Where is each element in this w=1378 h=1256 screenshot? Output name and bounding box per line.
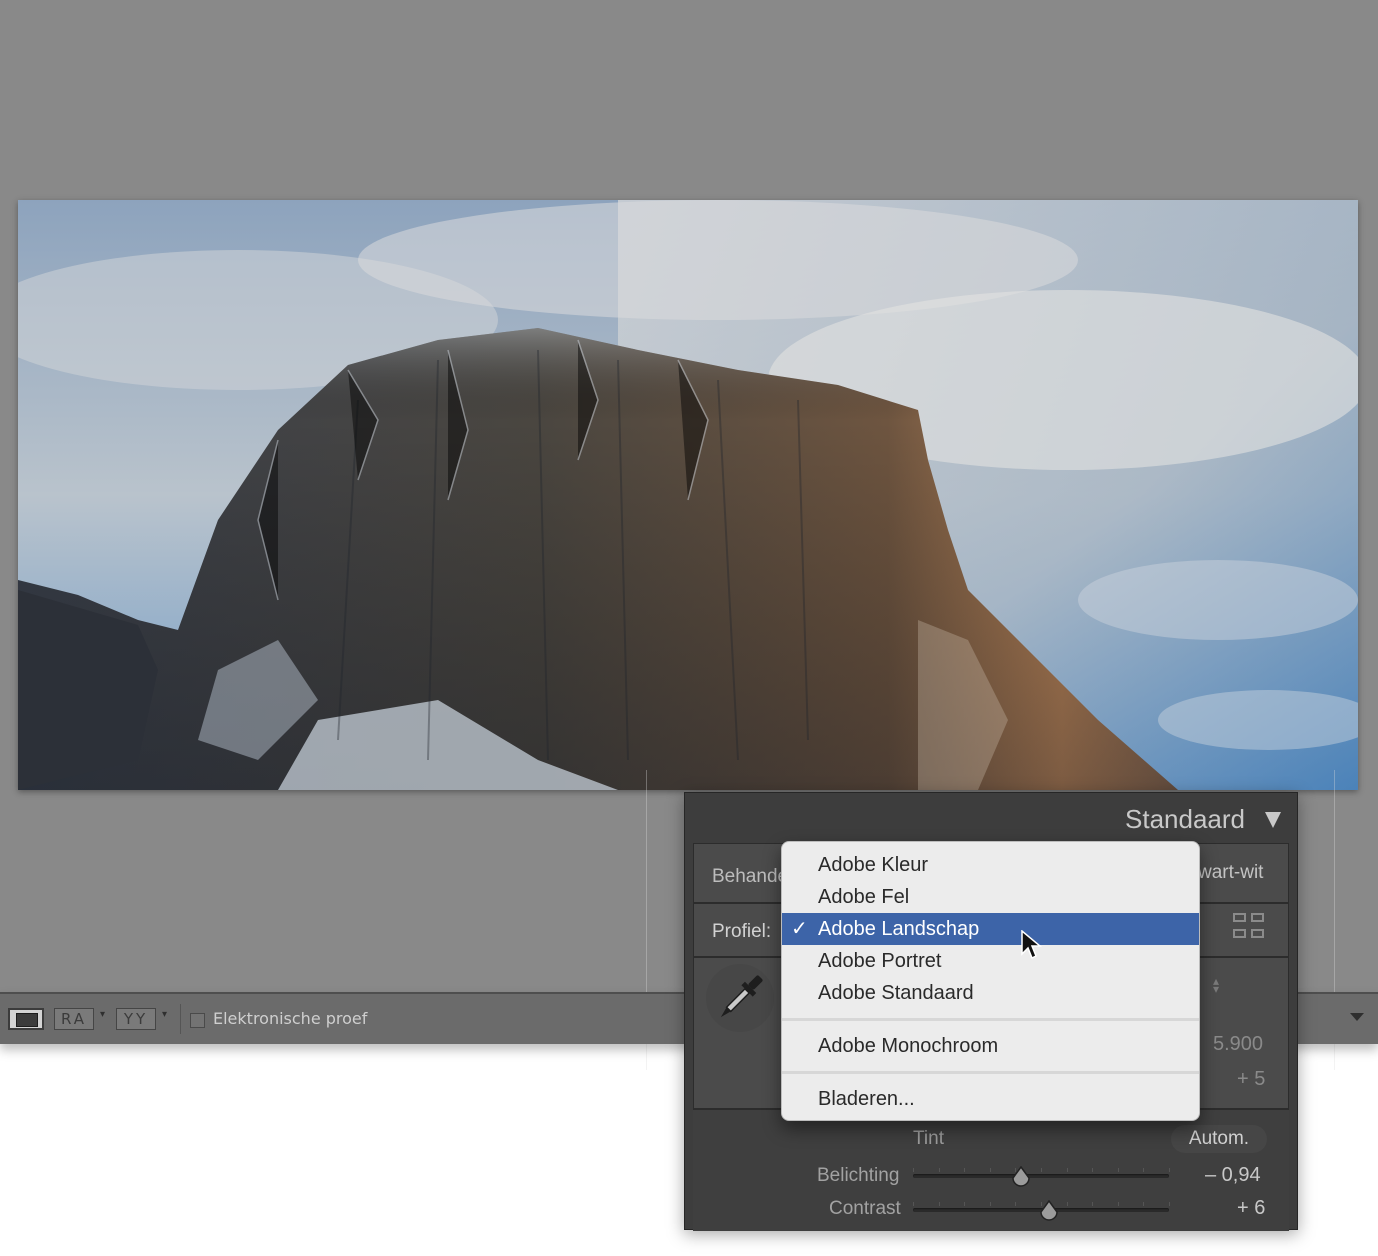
preset-dropdown-icon[interactable] bbox=[1265, 812, 1281, 828]
slider-tick bbox=[913, 1202, 914, 1206]
profile-browser-grid-icon[interactable] bbox=[1233, 913, 1267, 943]
menu-item-label: Adobe Kleur bbox=[818, 854, 929, 876]
menu-item-label: Bladeren... bbox=[818, 1088, 915, 1110]
slider-tick bbox=[1066, 1168, 1068, 1172]
menu-item-adobe-landschap[interactable]: ✓ Adobe Landschap bbox=[782, 913, 1199, 945]
slider-tick bbox=[1117, 1168, 1119, 1172]
menu-item-browse[interactable]: Bladeren... bbox=[782, 1083, 1199, 1115]
tint-value[interactable]: + 5 bbox=[1237, 1068, 1265, 1091]
menu-separator bbox=[782, 1071, 1199, 1074]
treatment-label: Behande bbox=[712, 866, 789, 887]
soft-proof-checkbox[interactable] bbox=[190, 1013, 205, 1028]
slider-tick bbox=[989, 1202, 991, 1206]
menu-item-adobe-portret[interactable]: Adobe Portret bbox=[782, 945, 1199, 977]
slider-tick bbox=[1143, 1168, 1145, 1172]
menu-item-adobe-standaard[interactable]: Adobe Standaard bbox=[782, 977, 1199, 1009]
slider-tick bbox=[1117, 1202, 1119, 1206]
loupe-view-button[interactable] bbox=[8, 1008, 44, 1030]
contrast-label: Contrast bbox=[829, 1198, 901, 1219]
slider-tick bbox=[989, 1168, 991, 1172]
profile-dropdown-menu: Adobe Kleur Adobe Fel ✓ Adobe Landschap A… bbox=[781, 841, 1200, 1121]
auto-button[interactable]: Autom. bbox=[1171, 1125, 1267, 1153]
wb-stepper-icon[interactable]: ▴ ▾ bbox=[1213, 975, 1219, 995]
slider-tick bbox=[1092, 1202, 1094, 1206]
menu-item-label: Adobe Portret bbox=[818, 950, 942, 972]
slider-tick bbox=[1092, 1168, 1094, 1172]
temperature-value[interactable]: 5.900 bbox=[1213, 1033, 1263, 1056]
treatment-bw-option[interactable]: wart-wit bbox=[1198, 862, 1263, 884]
eyedropper-icon[interactable] bbox=[705, 963, 775, 1033]
slider-tick bbox=[1169, 1202, 1170, 1206]
menu-item-label: Adobe Fel bbox=[818, 886, 910, 908]
menu-item-label: Adobe Landschap bbox=[818, 918, 980, 940]
menu-item-adobe-fel[interactable]: Adobe Fel bbox=[782, 881, 1199, 913]
slider-tick bbox=[1041, 1168, 1042, 1172]
slider-tick bbox=[1015, 1202, 1017, 1206]
tint-label: Tint bbox=[913, 1128, 944, 1149]
slider-tick bbox=[938, 1202, 940, 1206]
slider-tick bbox=[913, 1168, 914, 1172]
preset-label[interactable]: Standaard bbox=[1125, 804, 1245, 835]
mouse-cursor-icon bbox=[1020, 929, 1043, 962]
photo-image bbox=[18, 200, 1358, 790]
photo-preview[interactable] bbox=[18, 200, 1358, 790]
checkmark-icon: ✓ bbox=[791, 918, 808, 940]
menu-item-adobe-kleur[interactable]: Adobe Kleur bbox=[782, 849, 1199, 881]
panel-header: Standaard bbox=[685, 793, 1297, 843]
exposure-label: Belichting bbox=[817, 1165, 900, 1186]
toolbar-divider bbox=[180, 1004, 181, 1034]
slider-tick bbox=[1169, 1168, 1170, 1172]
before-after-dropdown-icon[interactable]: ▾ bbox=[100, 1009, 105, 1020]
before-after-button[interactable]: RA bbox=[54, 1008, 94, 1030]
menu-item-label: Adobe Standaard bbox=[818, 982, 974, 1004]
slider-tick bbox=[964, 1202, 966, 1206]
slider-tick bbox=[938, 1168, 940, 1172]
menu-item-label: Adobe Monochroom bbox=[818, 1035, 999, 1057]
menu-separator bbox=[782, 1018, 1199, 1021]
slider-tick bbox=[964, 1168, 966, 1172]
slider-tick bbox=[1143, 1202, 1145, 1206]
toolbar-options-arrow-icon[interactable] bbox=[1350, 1013, 1364, 1021]
menu-item-adobe-monochroom[interactable]: Adobe Monochroom bbox=[782, 1030, 1199, 1062]
soft-proof-label[interactable]: Elektronische proef bbox=[213, 1009, 367, 1028]
compare-view-button[interactable]: YY bbox=[116, 1008, 156, 1030]
slider-tick bbox=[1066, 1202, 1068, 1206]
contrast-value[interactable]: + 6 bbox=[1237, 1197, 1265, 1220]
exposure-value[interactable]: – 0,94 bbox=[1205, 1164, 1261, 1187]
compare-dropdown-icon[interactable]: ▾ bbox=[162, 1009, 167, 1020]
profile-label: Profiel: bbox=[712, 921, 772, 942]
exposure-slider[interactable] bbox=[913, 1168, 1170, 1178]
